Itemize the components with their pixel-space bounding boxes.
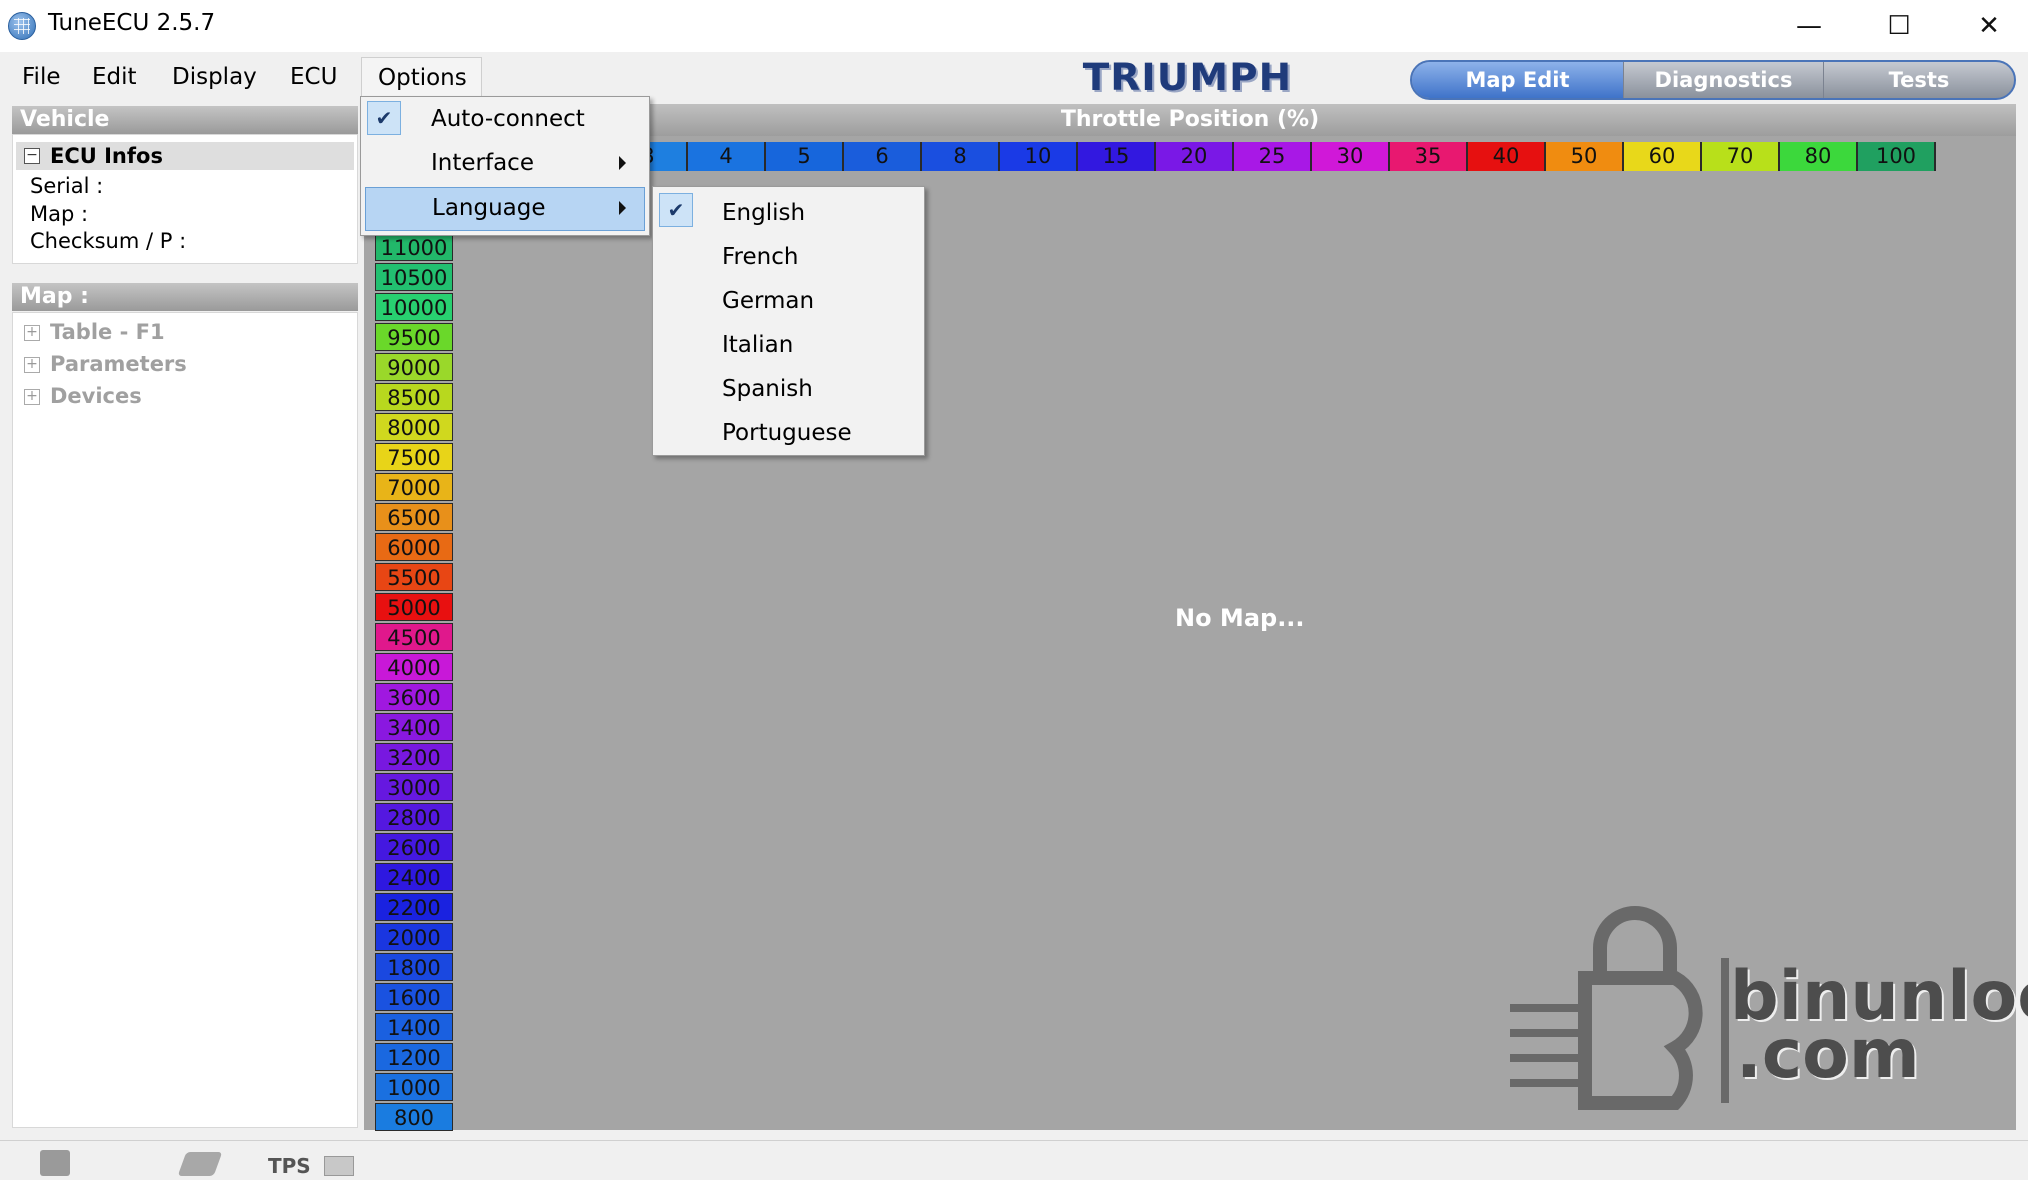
throttle-cell: 60: [1624, 142, 1702, 171]
rpm-cell: 5000: [375, 593, 453, 621]
rpm-cell: 3600: [375, 683, 453, 711]
tree-item-devices[interactable]: Devices: [50, 384, 142, 408]
rpm-cell: 1800: [375, 953, 453, 981]
rpm-cell: 6500: [375, 503, 453, 531]
menu-item-interface[interactable]: Interface: [361, 143, 647, 183]
expand-icon[interactable]: +: [24, 389, 40, 405]
throttle-cell: 8: [922, 142, 1000, 171]
rpm-cell: 9000: [375, 353, 453, 381]
submenu-arrow-icon: [619, 201, 626, 215]
rpm-cell: 800: [375, 1103, 453, 1131]
rpm-cell: 9500: [375, 323, 453, 351]
rpm-cell: 5500: [375, 563, 453, 591]
throttle-axis: 345681015202530354050607080100: [610, 142, 1936, 171]
tab-map-edit[interactable]: Map Edit: [1412, 62, 1624, 98]
menu-ecu[interactable]: ECU: [278, 58, 349, 96]
ecu-infos-header[interactable]: ECU Infos: [16, 142, 354, 170]
throttle-cell: 35: [1390, 142, 1468, 171]
maximize-button[interactable]: ☐: [1854, 0, 1944, 52]
menu-item-language[interactable]: Language: [365, 187, 645, 231]
tab-tests[interactable]: Tests: [1824, 62, 2014, 98]
menu-item-portuguese[interactable]: Portuguese: [653, 413, 923, 453]
rpm-cell: 2000: [375, 923, 453, 951]
menu-item-italian[interactable]: Italian: [653, 325, 923, 365]
throttle-cell: 70: [1702, 142, 1780, 171]
checksum-label: Checksum / P :: [30, 229, 187, 253]
menu-item-auto-connect[interactable]: Auto-connect: [361, 99, 647, 139]
rpm-cell: 7500: [375, 443, 453, 471]
rpm-cell: 6000: [375, 533, 453, 561]
menu-options[interactable]: Options: [361, 57, 482, 99]
title-bar: [0, 0, 2028, 52]
rpm-cell: 2800: [375, 803, 453, 831]
language-submenu: ✔ English French German Italian Spanish …: [652, 186, 925, 456]
throttle-cell: 50: [1546, 142, 1624, 171]
collapse-icon[interactable]: −: [24, 148, 40, 164]
map-label: Map :: [30, 202, 89, 226]
mode-tabs: Map Edit Diagnostics Tests: [1410, 60, 2016, 100]
throttle-cell: 10: [1000, 142, 1078, 171]
window-title: TuneECU 2.5.7: [48, 10, 216, 36]
rpm-cell: 1000: [375, 1073, 453, 1101]
submenu-arrow-icon: [619, 156, 626, 170]
rpm-cell: 3400: [375, 713, 453, 741]
rpm-cell: 1200: [375, 1043, 453, 1071]
throttle-cell: 30: [1312, 142, 1390, 171]
expand-icon[interactable]: +: [24, 325, 40, 341]
menu-display[interactable]: Display: [160, 58, 269, 96]
rpm-cell: 4000: [375, 653, 453, 681]
menu-item-english[interactable]: English: [653, 193, 923, 233]
rpm-cell: 2600: [375, 833, 453, 861]
serial-label: Serial :: [30, 174, 104, 198]
menu-file[interactable]: File: [10, 58, 73, 96]
vehicle-header: Vehicle: [12, 106, 358, 134]
rpm-axis: 11000 10500 10000 9500 9000 8500 8000 7500 7000 6…: [375, 233, 453, 1133]
throttle-cell: 80: [1780, 142, 1858, 171]
rpm-cell: 10500: [375, 263, 453, 291]
throttle-cell: 15: [1078, 142, 1156, 171]
throttle-cell: 100: [1858, 142, 1936, 171]
rpm-cell: 8000: [375, 413, 453, 441]
menu-item-french[interactable]: French: [653, 237, 923, 277]
menu-edit[interactable]: Edit: [80, 58, 149, 96]
rpm-cell: 3200: [375, 743, 453, 771]
throttle-cell: 20: [1156, 142, 1234, 171]
no-map-message: No Map...: [1175, 604, 1305, 632]
rpm-cell: 2400: [375, 863, 453, 891]
triumph-logo: TRIUMPH: [1082, 56, 1293, 99]
rpm-cell: 1600: [375, 983, 453, 1011]
map-header: Map :: [12, 283, 358, 311]
throttle-cell: 6: [844, 142, 922, 171]
rpm-cell: 8500: [375, 383, 453, 411]
throttle-cell: 4: [688, 142, 766, 171]
rpm-cell: 11000: [375, 233, 453, 261]
app-icon: [8, 12, 36, 40]
rpm-cell: 10000: [375, 293, 453, 321]
throttle-cell: 25: [1234, 142, 1312, 171]
ecu-icon: [40, 1150, 70, 1176]
tree-item-table[interactable]: Table - F1: [50, 320, 165, 344]
tab-diagnostics[interactable]: Diagnostics: [1624, 62, 1824, 98]
map-tree-panel: [12, 312, 358, 1128]
throttle-cell: 40: [1468, 142, 1546, 171]
menu-item-german[interactable]: German: [653, 281, 923, 321]
close-button[interactable]: ✕: [1944, 0, 2028, 52]
rpm-cell: 3000: [375, 773, 453, 801]
rpm-cell: 1400: [375, 1013, 453, 1041]
tps-label: TPS: [268, 1154, 311, 1178]
rpm-cell: 7000: [375, 473, 453, 501]
watermark-text: binunlock .com: [1730, 963, 2028, 1089]
menu-item-spanish[interactable]: Spanish: [653, 369, 923, 409]
tree-item-parameters[interactable]: Parameters: [50, 352, 187, 376]
minimize-button[interactable]: —: [1764, 0, 1854, 52]
tps-indicator: [324, 1156, 354, 1176]
expand-icon[interactable]: +: [24, 357, 40, 373]
options-dropdown: ✔ Auto-connect Interface Language: [360, 96, 650, 236]
rpm-cell: 2200: [375, 893, 453, 921]
throttle-cell: 5: [766, 142, 844, 171]
rpm-cell: 4500: [375, 623, 453, 651]
